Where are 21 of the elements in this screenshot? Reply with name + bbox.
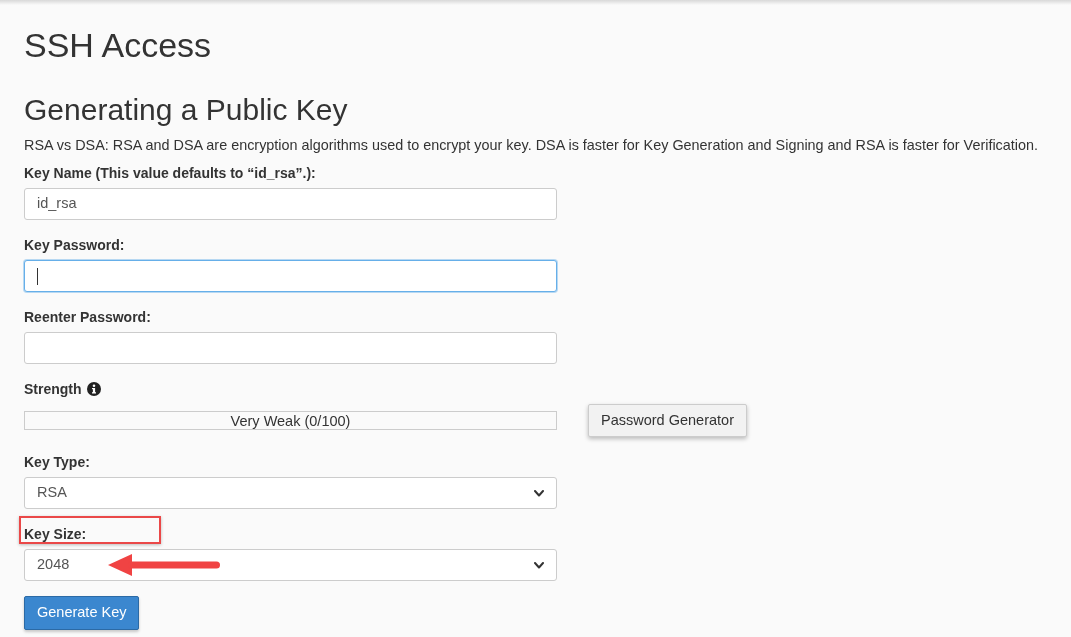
chevron-down-icon [534,561,544,569]
section-title: Generating a Public Key [24,93,349,127]
chevron-down-icon [534,489,544,497]
generate-key-button[interactable]: Generate Key [24,596,140,630]
strength-reading: Very Weak (0/100) [230,412,351,429]
field-label: Key Password: [24,236,125,255]
field-label: Reenter Password: [24,308,151,327]
info-icon [86,382,101,396]
dropdown[interactable]: RSA [24,477,557,509]
text-cursor [37,267,38,285]
password-generator-button[interactable]: Password Generator [588,404,747,437]
field-label: Key Size: [24,525,87,544]
page-title: SSH Access [24,25,213,66]
section-description: RSA vs DSA: RSA and DSA are encryption algorithms used to encrypt your key. DSA is faster for Key Generation and Signing and RSA is faster for Verification. [24,136,1039,155]
field-label: Strength [24,380,82,399]
text-field[interactable]: id_rsa [24,188,557,220]
password-field[interactable] [24,332,557,364]
field-label: Key Type: [24,453,90,472]
password-field[interactable] [24,260,557,292]
dropdown[interactable]: 2048 [24,549,557,581]
field-label: Key Name (This value defaults to “id_rsa”.): [24,164,316,183]
